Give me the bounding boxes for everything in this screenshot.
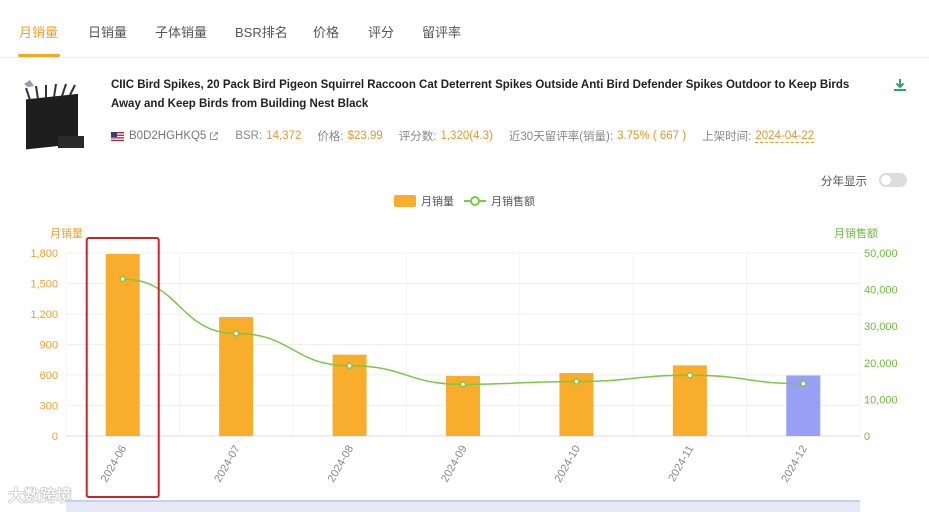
legend-item-monthly-revenue[interactable]: 月销售额 — [464, 193, 535, 209]
external-link-icon[interactable] — [209, 131, 219, 141]
tab-price[interactable]: 价格 — [313, 22, 339, 41]
asin[interactable]: B0D2HGHKQ5 — [129, 130, 206, 142]
y-tick-label-left: 600 — [40, 370, 58, 382]
review-rate-label: 近30天留评率(销量): — [508, 131, 614, 143]
y-tick-label-right: 50,000 — [864, 248, 898, 260]
active-tab-indicator — [18, 54, 60, 57]
y-tick-label-left: 1,500 — [30, 279, 58, 291]
y-tick-label-left: 1,800 — [30, 248, 58, 260]
y-tick-label-left: 900 — [40, 340, 58, 352]
product-summary: CIIC Bird Spikes, 20 Pack Bird Pigeon Sq… — [0, 58, 929, 158]
price-label: 价格: — [317, 131, 344, 143]
tab-rating[interactable]: 评分 — [368, 22, 394, 41]
revenue-point-2024-09 — [459, 381, 467, 388]
y-axis-title-right: 月销售额 — [834, 226, 878, 240]
y-tick-label-right: 0 — [864, 431, 870, 443]
revenue-point-2024-11 — [686, 371, 694, 379]
product-title[interactable]: CIIC Bird Spikes, 20 Pack Bird Pigeon Sq… — [111, 76, 881, 114]
year-toggle-label: 分年显示 — [821, 176, 867, 188]
legend-item-monthly-sales[interactable]: 月销量 — [394, 193, 454, 209]
listed-label: 上架时间: — [702, 131, 752, 143]
reviews-value: 1,320(4.3) — [440, 130, 493, 142]
price-value: $23.99 — [347, 130, 383, 142]
chart-legend: 月销量 月销售额 — [0, 193, 929, 209]
tab-variant-sales[interactable]: 子体销量 — [155, 22, 207, 41]
tab-bsr-rank[interactable]: BSR排名 — [235, 22, 288, 41]
revenue-point-2024-12 — [800, 380, 807, 387]
revenue-point-2024-08 — [346, 362, 353, 369]
revenue-point-2024-07 — [232, 330, 240, 337]
sales-chart: 0 300 600 900 1,200 1,500 1,800 0 10,000 20,000 30… — [30, 226, 898, 498]
tab-monthly-sales[interactable]: 月销量 — [19, 22, 58, 41]
legend-label-monthly-revenue: 月销售额 — [491, 196, 535, 208]
bsr-label: BSR: — [235, 130, 263, 142]
y-tick-label-left: 1,200 — [30, 309, 58, 321]
download-icon[interactable] — [893, 78, 907, 92]
y-tick-label-left: 300 — [40, 401, 58, 413]
x-tick-label: 2024-09 — [439, 444, 470, 485]
listed-date: 2024-04-22 — [755, 129, 815, 143]
us-flag-icon — [111, 131, 124, 141]
y-tick-label-right: 10,000 — [864, 394, 898, 406]
metric-tabs: 月销量 日销量 子体销量 BSR排名 价格 评分 留评率 — [0, 0, 929, 58]
legend-bar-swatch — [394, 195, 416, 207]
product-image[interactable] — [20, 78, 90, 158]
y-tick-label-right: 20,000 — [864, 358, 898, 370]
y-tick-label-right: 40,000 — [864, 285, 898, 297]
x-tick-label: 2024-08 — [326, 444, 357, 485]
watermark: 大数跨境 — [8, 488, 73, 505]
year-toggle-switch[interactable] — [879, 173, 907, 187]
x-tick-label: 2024-11 — [666, 444, 696, 484]
y-tick-label-right: 30,000 — [864, 321, 898, 333]
x-tick-label: 2024-10 — [552, 444, 583, 485]
legend-line-swatch — [464, 196, 486, 206]
tab-review-rate[interactable]: 留评率 — [422, 22, 461, 41]
reviews-label: 评分数: — [398, 131, 437, 143]
toggle-knob — [881, 175, 891, 185]
revenue-point-2024-10 — [573, 378, 580, 385]
x-tick-label: 2024-06 — [99, 444, 130, 485]
review-rate-value: 3.75% ( 667 ) — [617, 130, 687, 142]
tab-daily-sales[interactable]: 日销量 — [88, 22, 127, 41]
bsr-value: 14,372 — [266, 130, 302, 142]
product-meta: B0D2HGHKQ5 BSR: 14,372 价格: $23.99 评分数: 1,32… — [111, 128, 830, 144]
legend-label-monthly-sales: 月销量 — [421, 196, 454, 208]
x-tick-label: 2024-12 — [779, 444, 810, 485]
chart-zoom-slider[interactable] — [66, 500, 860, 512]
y-tick-label-left: 0 — [52, 431, 58, 443]
x-tick-label: 2024-07 — [212, 444, 243, 485]
y-axis-title-left: 月销量 — [50, 226, 83, 240]
revenue-point-2024-06 — [119, 275, 126, 283]
